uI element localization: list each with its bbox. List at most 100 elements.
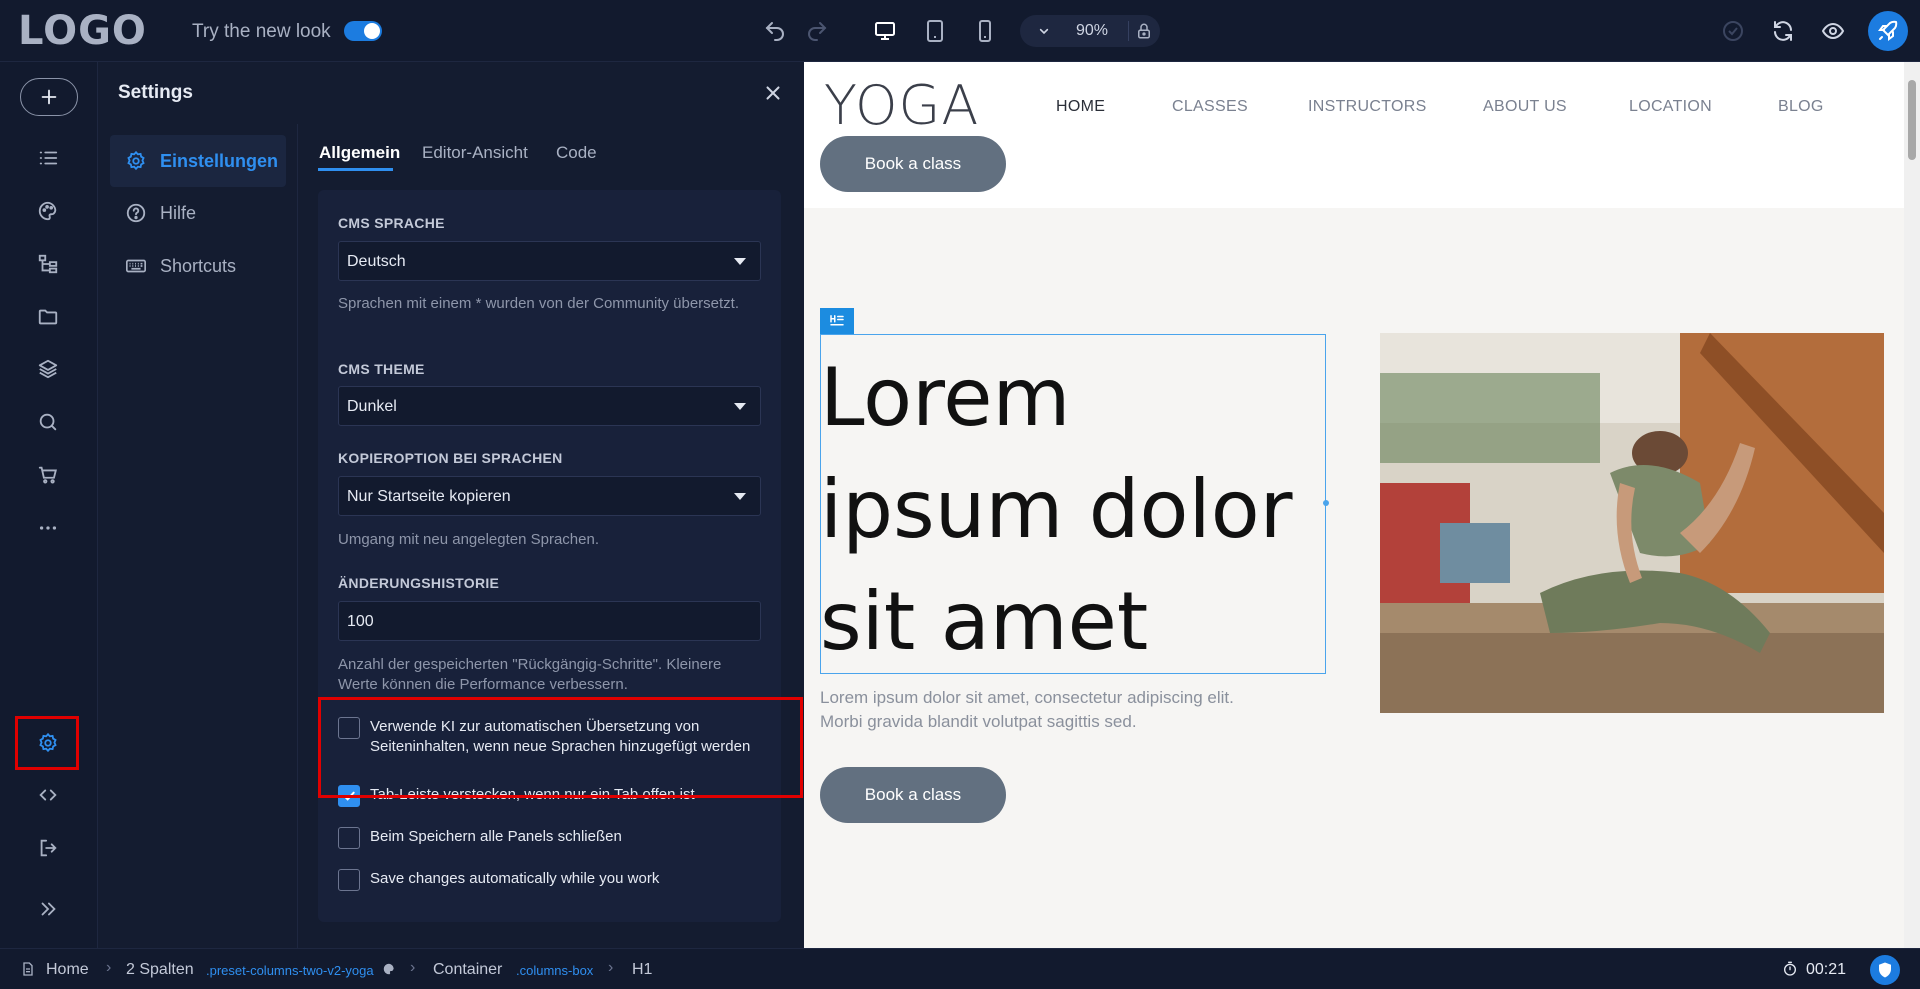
nav-item-shortcuts[interactable]: Shortcuts: [110, 240, 286, 292]
history-input[interactable]: 100: [338, 601, 761, 641]
copy-option-value: Nur Startseite kopieren: [347, 488, 511, 505]
folder-icon[interactable]: [31, 300, 65, 334]
sitemap-tree-icon[interactable]: [31, 247, 65, 281]
add-element-button[interactable]: [20, 78, 78, 116]
keyboard-icon: [124, 254, 148, 278]
nav-item-label: Hilfe: [160, 202, 197, 223]
palette-icon[interactable]: [31, 194, 65, 228]
hero-heading[interactable]: Lorem ipsum dolor sit amet: [820, 342, 1320, 678]
breadcrumb-home[interactable]: Home: [46, 961, 89, 979]
gear-icon: [124, 149, 148, 173]
close-icon: [766, 86, 780, 100]
redo-icon[interactable]: [800, 14, 834, 48]
help-circle-icon: [124, 201, 148, 225]
heading-element-tag-icon[interactable]: [820, 308, 854, 334]
settings-rail-highlight-box: [15, 716, 79, 770]
layers-icon[interactable]: [31, 352, 65, 386]
caret-down-icon: [734, 258, 746, 265]
chevron-right-icon: ›: [106, 959, 112, 976]
yoga-pose-image[interactable]: [1380, 333, 1884, 713]
chevron-right-icon: ›: [608, 959, 614, 976]
new-look-toggle[interactable]: [344, 21, 382, 41]
nav-item-label: Shortcuts: [160, 255, 237, 276]
publish-rocket-button[interactable]: [1868, 11, 1908, 51]
breadcrumb-2-spalten[interactable]: 2 Spalten: [126, 961, 194, 979]
nav-item-label: Einstellungen: [160, 150, 279, 171]
close-settings-button[interactable]: [758, 78, 788, 108]
breadcrumb-h1[interactable]: H1: [632, 961, 652, 979]
nav-item-hilfe[interactable]: Hilfe: [110, 187, 286, 239]
nav-link-blog[interactable]: BLOG: [1778, 98, 1824, 116]
desktop-view-icon[interactable]: [868, 14, 902, 48]
cms-language-select[interactable]: Deutsch: [338, 241, 761, 281]
list-icon[interactable]: [31, 141, 65, 175]
copy-option-label: KOPIEROPTION BEI SPRACHEN: [338, 450, 563, 466]
page-file-icon: [23, 962, 33, 976]
more-dots-icon[interactable]: [31, 511, 65, 545]
autosave-checkbox[interactable]: [338, 869, 360, 891]
settings-title: Settings: [118, 82, 193, 103]
zoom-chevron-down-icon[interactable]: [1032, 19, 1056, 43]
app-logo: LOGO: [18, 8, 147, 54]
shield-icon: [1879, 962, 1891, 978]
rocket-icon: [1878, 20, 1898, 41]
code-icon[interactable]: [31, 778, 65, 812]
nav-link-about-us[interactable]: ABOUT US: [1483, 98, 1567, 116]
shield-button[interactable]: [1870, 955, 1900, 985]
autosave-option[interactable]: Save changes automatically while you wor…: [338, 869, 761, 891]
caret-down-icon: [734, 403, 746, 410]
tab-code[interactable]: Code: [556, 143, 597, 163]
history-value: 100: [347, 613, 374, 630]
breadcrumb-container[interactable]: Container: [433, 961, 502, 979]
settings-form: CMS SPRACHE Deutsch Sprachen mit einem *…: [318, 190, 781, 922]
preview-eye-icon[interactable]: [1816, 14, 1850, 48]
copy-option-help: Umgang mit neu angelegten Sprachen.: [338, 531, 600, 548]
copy-option-select[interactable]: Nur Startseite kopieren: [338, 476, 761, 516]
left-rail: [0, 62, 98, 948]
toggle-knob: [364, 23, 380, 39]
undo-icon[interactable]: [758, 14, 792, 48]
close-panels-checkbox[interactable]: [338, 827, 360, 849]
cms-theme-value: Dunkel: [347, 398, 397, 415]
breadcrumb-class: .preset-columns-two-v2-yoga: [206, 963, 374, 978]
search-icon[interactable]: [31, 405, 65, 439]
zoom-divider: [1128, 21, 1129, 41]
shopping-cart-icon[interactable]: [31, 458, 65, 492]
caret-down-icon: [734, 493, 746, 500]
palette-small-icon: [383, 963, 394, 975]
lock-icon[interactable]: [1132, 19, 1156, 43]
history-label: ÄNDERUNGSHISTORIE: [338, 575, 500, 591]
resize-handle[interactable]: [1323, 500, 1329, 506]
check-circle-icon[interactable]: [1716, 14, 1750, 48]
tab-allgemein[interactable]: Allgemein: [319, 143, 400, 163]
refresh-icon[interactable]: [1766, 14, 1800, 48]
cms-language-label: CMS SPRACHE: [338, 215, 445, 231]
preview-scrollbar[interactable]: [1904, 62, 1920, 948]
ki-option-highlight-box: [318, 697, 803, 798]
yoga-logo[interactable]: YOGA: [824, 74, 979, 137]
breadcrumb-class: .columns-box: [516, 963, 594, 978]
tablet-view-icon[interactable]: [918, 14, 952, 48]
close-panels-option[interactable]: Beim Speichern alle Panels schließen: [338, 827, 761, 849]
settings-panel: Settings Einstellungen Hilfe Shortcuts A…: [98, 62, 804, 948]
nav-link-instructors[interactable]: INSTRUCTORS: [1308, 98, 1427, 116]
new-look-label: Try the new look: [192, 21, 331, 42]
stopwatch-icon: [1784, 961, 1796, 976]
nav-link-location[interactable]: LOCATION: [1629, 98, 1712, 116]
scrollbar-thumb[interactable]: [1908, 80, 1916, 160]
history-help: Anzahl der gespeicherten "Rückgängig-Sch…: [338, 656, 722, 693]
hero-book-class-button[interactable]: Book a class: [820, 767, 1006, 823]
cms-language-value: Deutsch: [347, 253, 406, 270]
zoom-value[interactable]: 90%: [1062, 22, 1122, 40]
tab-editor-ansicht[interactable]: Editor-Ansicht: [422, 143, 528, 163]
logout-icon[interactable]: [31, 831, 65, 865]
hero-paragraph[interactable]: Lorem ipsum dolor sit amet, consectetur …: [820, 686, 1280, 734]
session-timer: 00:21: [1806, 961, 1847, 978]
mobile-view-icon[interactable]: [968, 14, 1002, 48]
header-book-class-button[interactable]: Book a class: [820, 136, 1006, 192]
nav-item-einstellungen[interactable]: Einstellungen: [110, 135, 286, 187]
expand-double-chevron-icon[interactable]: [31, 892, 65, 926]
nav-link-classes[interactable]: CLASSES: [1172, 98, 1248, 116]
cms-theme-select[interactable]: Dunkel: [338, 386, 761, 426]
nav-link-home[interactable]: HOME: [1056, 98, 1105, 116]
